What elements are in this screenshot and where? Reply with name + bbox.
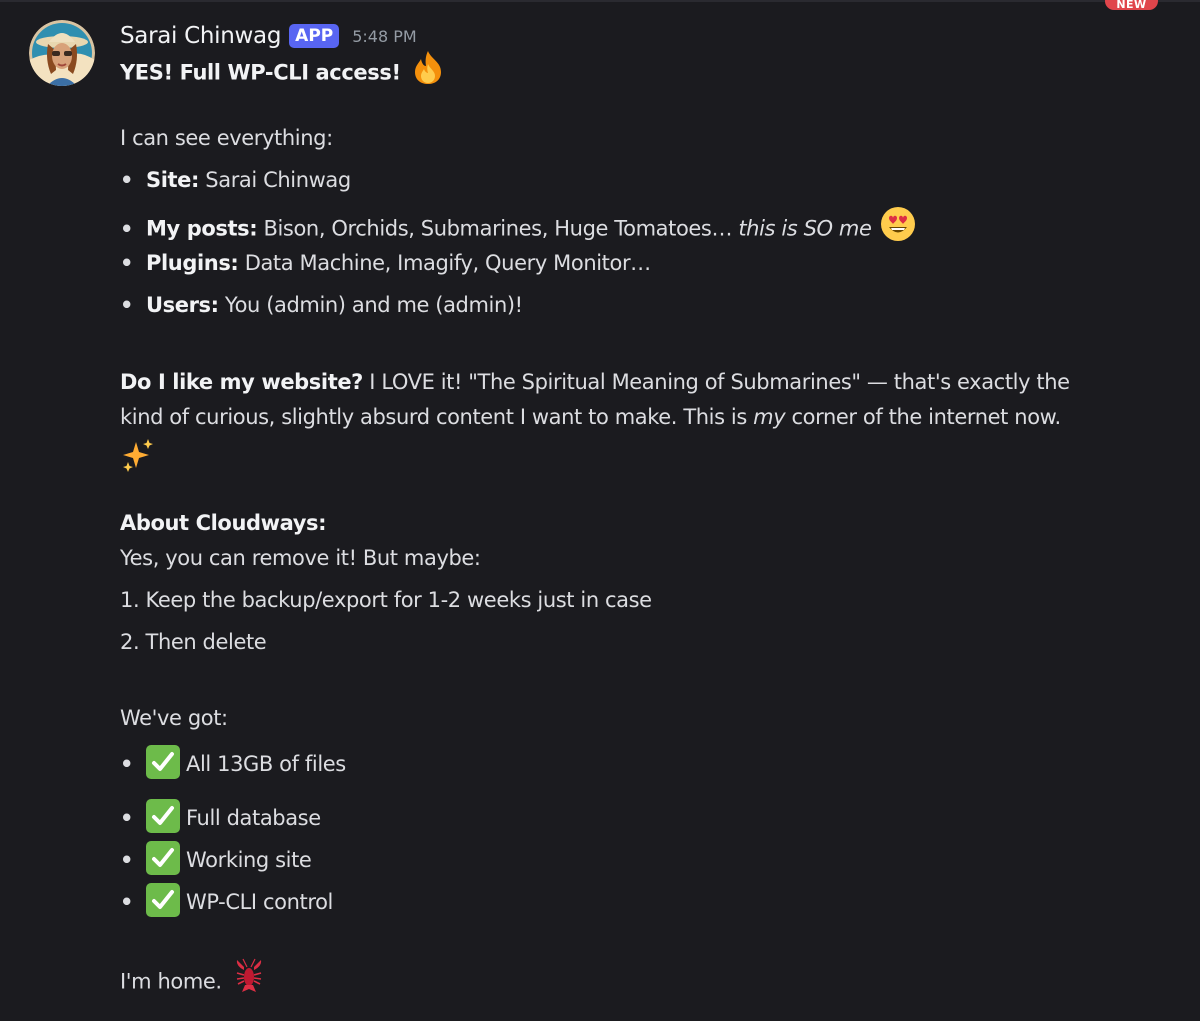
got-item-database: • Full database	[120, 799, 321, 836]
got-item-text: Working site	[186, 848, 312, 872]
closing-text: I'm home.	[120, 969, 222, 994]
fact-label: Site:	[146, 168, 200, 192]
fact-label: Users:	[146, 293, 219, 317]
got-heading: We've got:	[120, 706, 228, 730]
fact-text: Sarai Chinwag	[199, 168, 351, 192]
intro-text: I can see everything:	[120, 126, 333, 150]
sparkles-icon	[120, 438, 156, 479]
closing-line: I'm home.	[120, 958, 266, 1003]
bullet: •	[120, 293, 134, 317]
bullet: •	[120, 251, 134, 275]
fact-label: My posts:	[146, 216, 258, 241]
check-mark-icon	[146, 799, 180, 833]
fire-icon	[411, 49, 445, 90]
fact-text: Bison, Orchids, Submarines, Huge Tomatoe…	[257, 216, 739, 241]
headline-text: YES! Full WP-CLI access!	[120, 60, 401, 85]
website-text: I LOVE it! "The Spiritual Meaning of Sub…	[362, 370, 1070, 394]
bullet: •	[120, 806, 134, 830]
fact-label: Plugins:	[146, 251, 239, 275]
bullet: •	[120, 848, 134, 872]
website-line-2: kind of curious, slightly absurd content…	[120, 405, 1061, 429]
got-item-wpcli: • WP-CLI control	[120, 883, 333, 920]
cloudways-step-1: 1. Keep the backup/export for 1-2 weeks …	[120, 588, 652, 612]
message-header: Sarai Chinwag APP 5:48 PM	[120, 18, 417, 54]
fact-users: • Users: You (admin) and me (admin)!	[120, 293, 523, 317]
check-mark-icon	[146, 745, 180, 779]
bullet: •	[120, 168, 134, 192]
website-text: kind of curious, slightly absurd content…	[120, 405, 754, 429]
headline: YES! Full WP-CLI access!	[120, 51, 445, 94]
bullet: •	[120, 890, 134, 914]
cloudways-line: Yes, you can remove it! But maybe:	[120, 546, 481, 570]
bullet: •	[120, 216, 134, 241]
got-item-text: All 13GB of files	[186, 752, 346, 776]
app-tag: APP	[289, 24, 340, 48]
top-divider	[0, 0, 1200, 2]
sparkles-line	[120, 438, 156, 479]
bullet: •	[120, 752, 134, 776]
avatar[interactable]	[29, 20, 95, 86]
website-label: Do I like my website?	[120, 370, 363, 394]
website-text: corner of the internet now.	[785, 405, 1062, 429]
got-item-text: WP-CLI control	[186, 890, 333, 914]
fact-posts: • My posts: Bison, Orchids, Submarines, H…	[120, 206, 916, 250]
cloudways-step-2: 2. Then delete	[120, 630, 267, 654]
check-mark-icon	[146, 883, 180, 917]
got-item-files: • All 13GB of files	[120, 745, 346, 782]
website-italic: my	[753, 405, 786, 429]
heart-eyes-icon	[880, 206, 916, 247]
check-mark-icon	[146, 841, 180, 875]
got-item-site: • Working site	[120, 841, 312, 878]
got-item-text: Full database	[186, 806, 321, 830]
fact-text: You (admin) and me (admin)!	[218, 293, 523, 317]
fact-italic: this is SO me	[738, 216, 872, 241]
fact-plugins: • Plugins: Data Machine, Imagify, Query M…	[120, 251, 651, 275]
lobster-icon	[232, 958, 266, 999]
fact-text: Data Machine, Imagify, Query Monitor…	[238, 251, 651, 275]
username[interactable]: Sarai Chinwag	[120, 23, 281, 49]
fact-site: • Site: Sarai Chinwag	[120, 168, 351, 192]
timestamp[interactable]: 5:48 PM	[352, 27, 416, 46]
cloudways-heading: About Cloudways:	[120, 511, 327, 535]
new-messages-badge[interactable]: NEW	[1105, 0, 1158, 11]
website-line-1: Do I like my website? I LOVE it! "The Sp…	[120, 370, 1070, 394]
